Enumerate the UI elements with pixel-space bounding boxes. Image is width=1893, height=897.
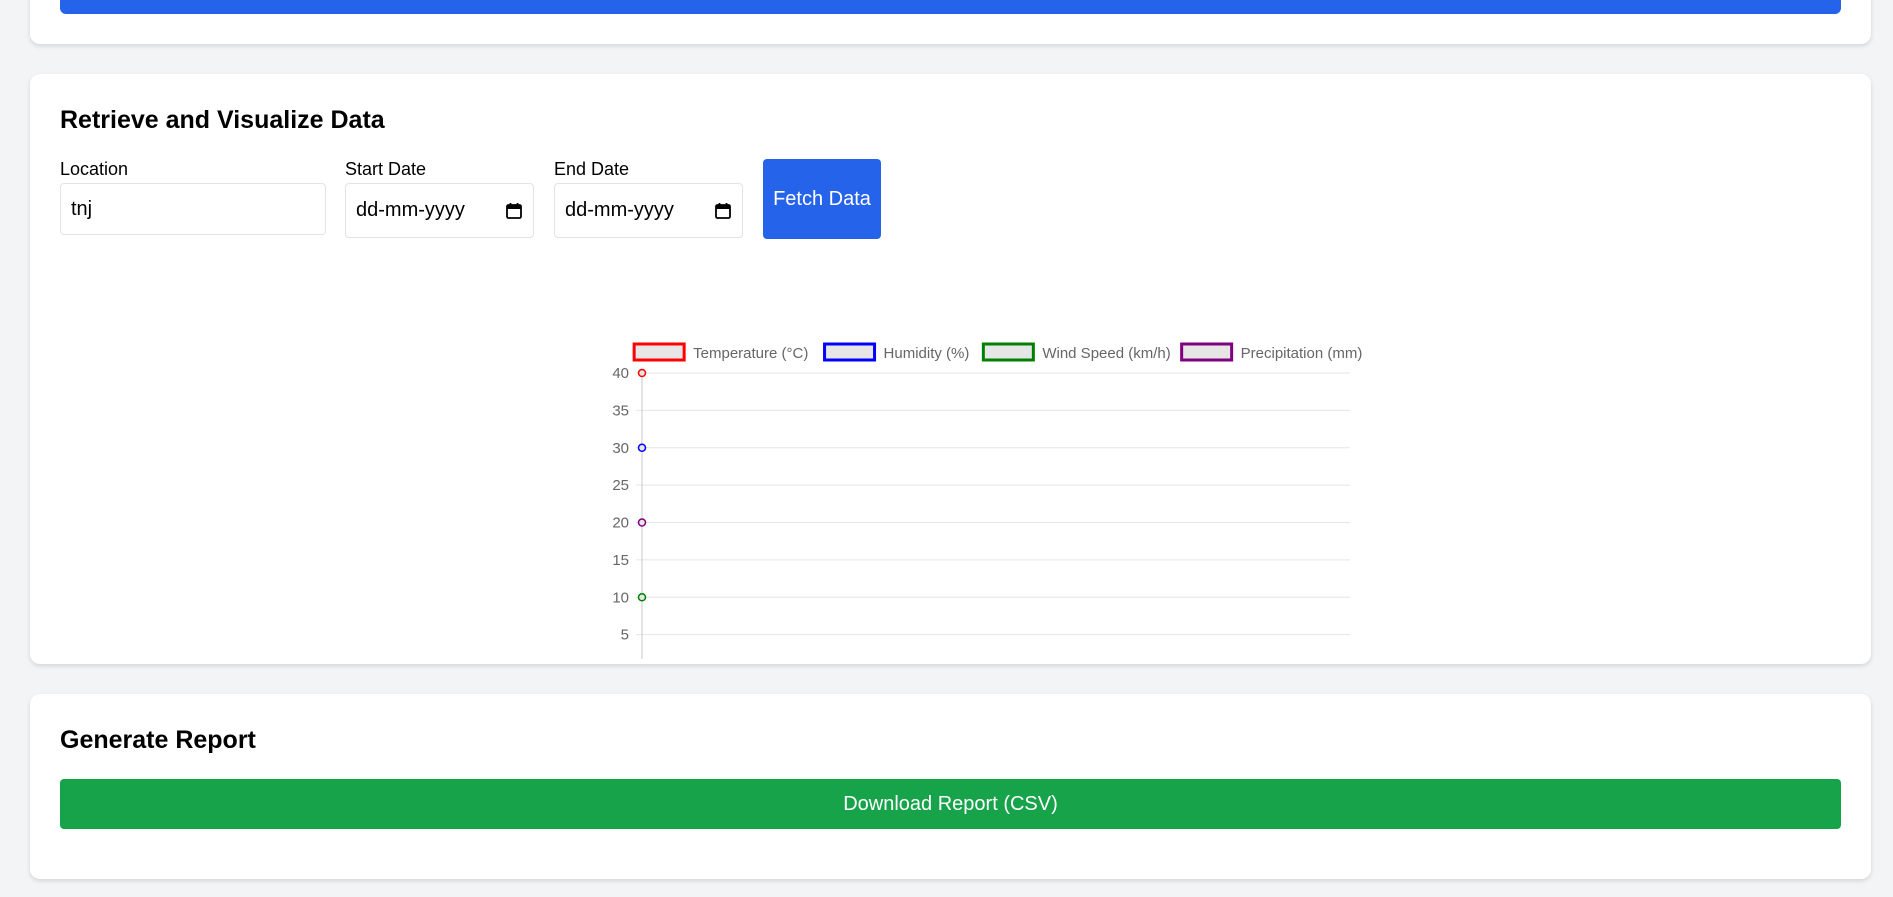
legend-swatch — [981, 342, 1035, 362]
fetch-data-button[interactable]: Fetch Data — [763, 159, 881, 239]
legend-label: Wind Speed (km/h) — [1042, 345, 1170, 362]
download-report-button[interactable]: Download Report (CSV) — [60, 779, 1841, 829]
start-date-input[interactable]: dd-mm-yyyy — [345, 183, 534, 238]
y-tick-label: 35 — [612, 402, 629, 419]
legend-label: Humidity (%) — [884, 345, 970, 362]
report-title: Generate Report — [60, 726, 256, 754]
calendar-icon[interactable] — [714, 202, 732, 220]
y-tick-label: 25 — [612, 477, 629, 494]
y-tick-label: 10 — [612, 589, 629, 606]
legend-label: Precipitation (mm) — [1241, 345, 1363, 362]
y-tick-label: 20 — [612, 515, 629, 532]
legend-swatch — [1180, 342, 1234, 362]
end-date-input[interactable]: dd-mm-yyyy — [554, 183, 743, 238]
y-tick-label: 15 — [612, 552, 629, 569]
retrieve-card: Retrieve and Visualize Data Location Sta… — [30, 74, 1871, 664]
end-date-field: End Date dd-mm-yyyy — [554, 160, 743, 238]
legend-swatch — [823, 342, 877, 362]
y-tick-label: 40 — [612, 365, 629, 382]
data-point — [637, 518, 647, 527]
y-tick-label: 5 — [621, 627, 629, 644]
y-tick-label: 30 — [612, 440, 629, 457]
end-date-placeholder: dd-mm-yyyy — [565, 199, 674, 221]
location-input[interactable] — [71, 197, 315, 221]
data-point — [637, 443, 647, 452]
start-date-field: Start Date dd-mm-yyyy — [345, 160, 534, 238]
start-date-placeholder: dd-mm-yyyy — [356, 199, 465, 221]
top-card — [30, 0, 1871, 44]
calendar-icon[interactable] — [505, 202, 523, 220]
location-field: Location — [60, 160, 326, 235]
legend-label: Temperature (°C) — [693, 345, 808, 362]
location-label: Location — [60, 159, 129, 179]
end-date-label: End Date — [554, 159, 630, 179]
location-input-box[interactable] — [60, 183, 326, 235]
top-action-bar[interactable] — [60, 0, 1841, 14]
weather-line-chart: 05101520253035405/16/2025Temperature (°C… — [612, 342, 1363, 659]
legend-swatch — [632, 342, 686, 362]
data-point — [637, 593, 647, 602]
start-date-label: Start Date — [345, 159, 427, 179]
data-point — [637, 368, 647, 378]
report-card: Generate Report Download Report (CSV) — [30, 694, 1871, 879]
retrieve-title: Retrieve and Visualize Data — [60, 106, 385, 134]
